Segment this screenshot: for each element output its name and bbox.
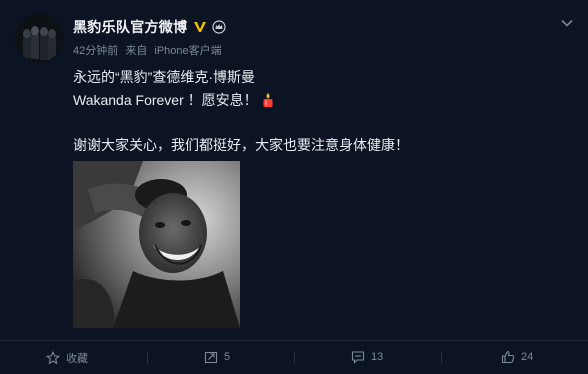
divider (147, 351, 148, 364)
verified-v-icon (194, 22, 207, 32)
like-count: 24 (521, 351, 534, 363)
author-name[interactable]: 黑豹乐队官方微博 (73, 17, 187, 37)
post-source: iPhone客户端 (154, 45, 222, 57)
repost-icon (204, 351, 218, 364)
like-button[interactable]: 24 (501, 350, 533, 364)
post-text-line-1: 永远的“黑豹”查德维克·博斯曼 (73, 69, 255, 85)
post-photo[interactable] (73, 161, 240, 328)
post-text-line-2-text: Wakanda Forever ！愿安息！ (73, 92, 258, 108)
post-meta: 42分钟前 来自 iPhone客户端 (73, 42, 226, 58)
post-text-line-2: Wakanda Forever ！愿安息！ (73, 90, 276, 110)
author-row: 黑豹乐队官方微博 (73, 17, 227, 37)
weibo-post-card: 黑豹乐队官方微博 42分钟前 来自 iPhone客户端 永远的“黑豹”查德维克·… (0, 0, 588, 373)
repost-count: 5 (224, 351, 231, 363)
favorite-button[interactable]: 收藏 (46, 350, 88, 366)
repost-button[interactable]: 5 (204, 350, 230, 364)
source-prefix: 来自 (125, 45, 148, 57)
crown-icon[interactable] (212, 20, 227, 34)
like-icon (501, 350, 515, 364)
avatar[interactable] (15, 14, 63, 62)
post-text-line-3: 谢谢大家关心，我们都挺好，大家也要注意身体健康！ (73, 137, 409, 153)
action-bar: 收藏 5 13 24 (0, 340, 588, 374)
favorite-label: 收藏 (66, 353, 88, 365)
chevron-down-icon[interactable] (560, 16, 574, 30)
comment-count: 13 (371, 351, 384, 363)
divider (294, 351, 295, 364)
comment-icon (351, 351, 365, 364)
star-icon (46, 351, 60, 365)
post-time[interactable]: 42分钟前 (73, 45, 118, 57)
divider (441, 351, 442, 364)
candle-icon (263, 93, 273, 107)
comment-button[interactable]: 13 (351, 350, 383, 364)
